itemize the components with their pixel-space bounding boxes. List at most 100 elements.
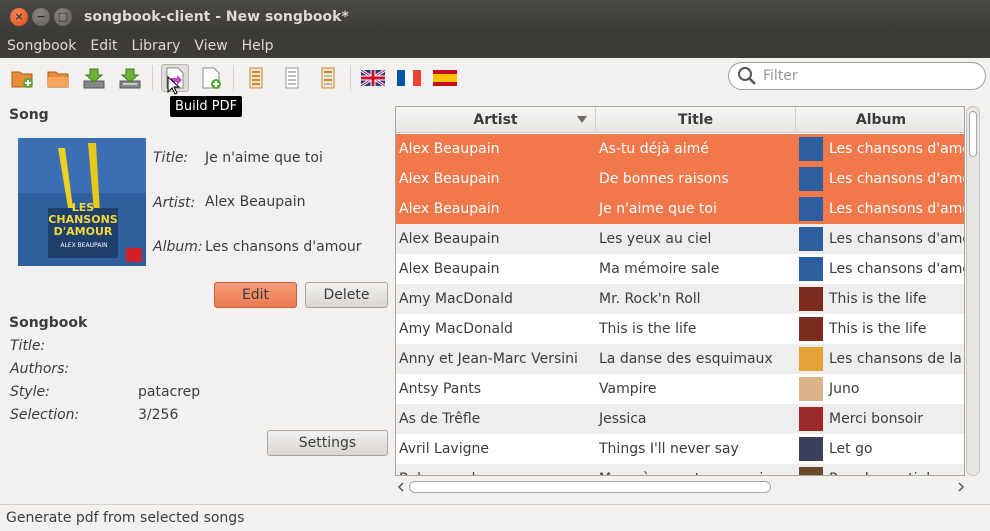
column-header-album-label: Album (855, 112, 907, 128)
new-folder-icon (11, 71, 33, 88)
cell-album-text: Les chansons d'amour (829, 171, 964, 187)
save-as-songbook-button[interactable] (116, 64, 144, 92)
songbook-title-label: Title: (10, 338, 46, 354)
edit-song-button[interactable]: Edit (214, 282, 297, 308)
table-vertical-scrollbar[interactable] (966, 106, 980, 476)
cell-artist: Antsy Pants (399, 381, 482, 397)
cell-title: Jessica (599, 411, 647, 427)
build-pdf-tooltip: Build PDF (170, 96, 243, 117)
album-thumbnail (799, 437, 823, 461)
cell-title: As-tu déjà aimé (599, 141, 709, 157)
cell-album-text: Merci bonsoir (829, 411, 924, 427)
menu-songbook[interactable]: Songbook (0, 38, 83, 54)
select-spanish-button[interactable] (431, 64, 459, 92)
cell-album: This is the life (796, 317, 964, 341)
menu-help[interactable]: Help (235, 38, 281, 54)
new-song-button[interactable] (197, 64, 225, 92)
minimize-window-button[interactable]: − (32, 7, 50, 26)
cell-title: Things I'll never say (599, 441, 739, 457)
cell-title: Ma mémoire sale (599, 261, 720, 277)
select-all-button[interactable] (242, 64, 270, 92)
maximize-window-button[interactable]: □ (54, 7, 72, 26)
toolbar-separator (233, 65, 234, 91)
table-row[interactable]: Alex Beaupain Je n'aime que toi Les chanso… (396, 194, 964, 224)
invert-selection-button[interactable] (314, 64, 342, 92)
cell-artist: Amy MacDonald (399, 321, 513, 337)
table-horizontal-scrollbar[interactable] (397, 480, 967, 494)
list-none-icon (285, 67, 299, 89)
new-document-icon (202, 67, 221, 89)
cell-artist: Balmorandes (396, 471, 596, 475)
table-row[interactable]: As de Trêfle Jessica Merci bonsoir (396, 404, 964, 434)
column-header-artist[interactable]: Artist (396, 107, 596, 133)
column-header-artist-label: Artist (473, 112, 518, 128)
settings-button[interactable]: Settings (267, 430, 388, 456)
flag-uk-icon (361, 70, 385, 86)
album-cover-artist: ALEX BEAUPAIN (60, 242, 108, 249)
songbook-style-label: Style: (10, 384, 50, 400)
table-row[interactable]: Alex Beaupain As-tu déjà aimé Les chansons… (396, 134, 964, 164)
album-thumbnail (799, 227, 823, 251)
toolbar-separator (152, 65, 153, 91)
table-row[interactable]: BalmorandesMon père veut me marier Parade… (396, 464, 964, 475)
songbook-selection-label: Selection: (10, 407, 80, 423)
table-header: Artist Title Album (396, 107, 964, 133)
cell-title: Vampire (599, 381, 657, 397)
cell-artist: Amy MacDonald (399, 291, 513, 307)
status-bar: Generate pdf from selected songs (0, 504, 990, 531)
toolbar-separator (350, 65, 351, 91)
song-album-label: Album: (153, 239, 203, 255)
column-header-title[interactable]: Title (596, 107, 796, 133)
flag-france-icon (397, 70, 421, 86)
open-folder-icon (47, 71, 69, 88)
delete-song-button[interactable]: Delete (305, 282, 388, 308)
album-thumbnail (799, 197, 823, 221)
table-row[interactable]: Anny et Jean-Marc Versini La danse des es… (396, 344, 964, 374)
album-cover: LES CHANSONS D'AMOUR ALEX BEAUPAIN (18, 138, 146, 266)
song-title-label: Title: (153, 150, 189, 166)
album-thumbnail (799, 407, 823, 431)
cell-album: This is the life (796, 287, 964, 311)
menu-library[interactable]: Library (124, 38, 187, 54)
list-invert-icon (321, 67, 335, 89)
songbook-style-value: patacrep (138, 384, 201, 400)
vertical-scroll-thumb[interactable] (969, 111, 977, 157)
column-header-album[interactable]: Album (796, 107, 964, 133)
cell-album: Les chansons d'amour (796, 197, 964, 221)
menu-view[interactable]: View (187, 38, 234, 54)
cell-album: Parade nuptiale au lac (796, 467, 964, 475)
cell-title: Les yeux au ciel (599, 231, 712, 247)
save-download-icon (83, 68, 105, 89)
menu-edit[interactable]: Edit (83, 38, 124, 54)
unselect-all-button[interactable] (278, 64, 306, 92)
filter-search-box[interactable] (728, 62, 986, 90)
open-songbook-button[interactable] (44, 64, 72, 92)
table-row[interactable]: Alex Beaupain Ma mémoire sale Les chansons… (396, 254, 964, 284)
album-thumbnail (799, 377, 823, 401)
table-row[interactable]: Antsy Pants Vampire Juno (396, 374, 964, 404)
cell-artist: Alex Beaupain (399, 201, 500, 217)
menu-bar: Songbook Edit Library View Help (0, 33, 990, 58)
table-row[interactable]: Alex Beaupain Les yeux au ciel Les chanson… (396, 224, 964, 254)
new-songbook-button[interactable] (8, 64, 36, 92)
cell-album-text: Les chansons d'amour (829, 141, 964, 157)
horizontal-scroll-thumb[interactable] (409, 481, 771, 493)
close-window-button[interactable]: × (10, 7, 28, 26)
select-english-button[interactable] (359, 64, 387, 92)
album-thumbnail (799, 287, 823, 311)
song-heading: Song (9, 107, 49, 123)
table-row[interactable]: Amy MacDonald Mr. Rock'n Roll This is the … (396, 284, 964, 314)
table-body: Alex Beaupain As-tu déjà aimé Les chansons… (396, 134, 964, 475)
select-french-button[interactable] (395, 64, 423, 92)
song-artist-label: Artist: (153, 195, 196, 211)
songbook-heading: Songbook (9, 315, 88, 331)
table-row[interactable]: Avril Lavigne Things I'll never say Let go (396, 434, 964, 464)
cell-album: Let go (796, 437, 964, 461)
cell-album-text: Parade nuptiale au lac (829, 471, 964, 475)
table-row[interactable]: Amy MacDonald This is the life This is the… (396, 314, 964, 344)
save-songbook-button[interactable] (80, 64, 108, 92)
album-cover-title: LES CHANSONS D'AMOUR (48, 201, 118, 238)
cell-album: Les chansons d'amour (796, 257, 964, 281)
filter-input[interactable] (763, 68, 963, 84)
table-row[interactable]: Alex Beaupain De bonnes raisons Les chanso… (396, 164, 964, 194)
